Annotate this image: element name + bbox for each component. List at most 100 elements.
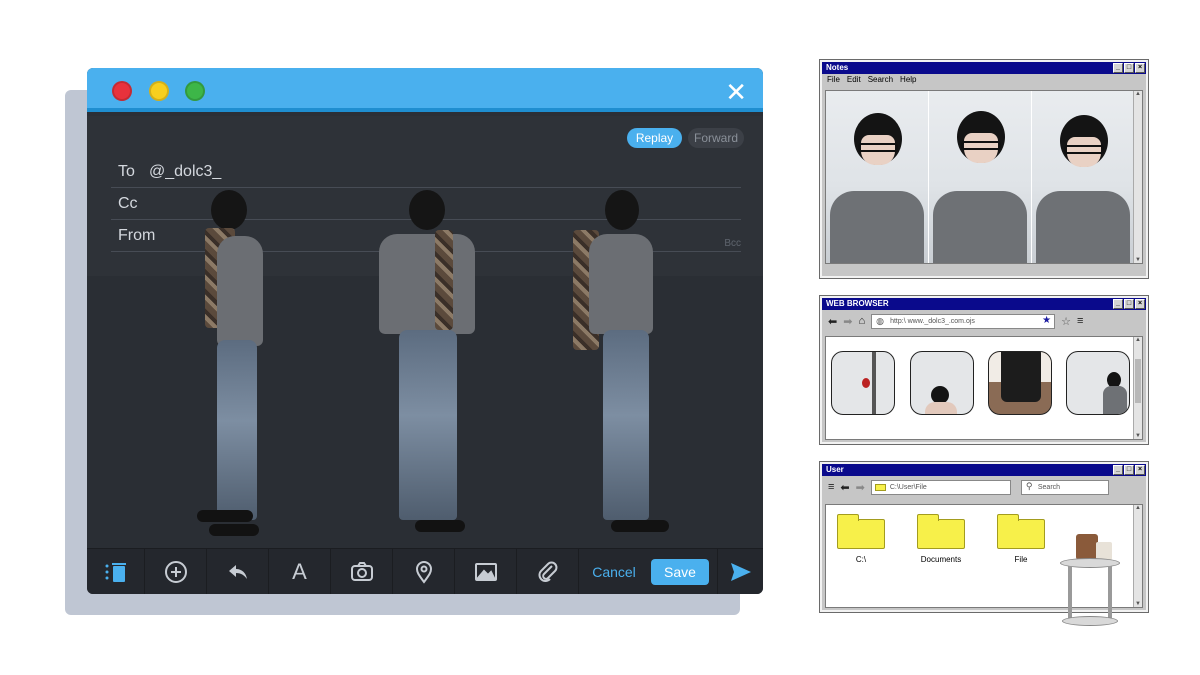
- minimize-button[interactable]: _: [1113, 465, 1123, 475]
- undo-button[interactable]: [207, 548, 269, 594]
- cancel-button[interactable]: Cancel: [579, 549, 649, 595]
- globe-icon: ◍: [876, 315, 884, 326]
- from-label: From: [118, 227, 156, 244]
- trash-button[interactable]: [87, 548, 145, 594]
- thumbnail-2[interactable]: [910, 351, 974, 415]
- close-dot-button[interactable]: [112, 81, 132, 101]
- folder-icon: [997, 514, 1045, 549]
- menu-help[interactable]: Help: [900, 75, 916, 84]
- close-icon[interactable]: ✕: [725, 77, 747, 108]
- thumbnail-3[interactable]: [988, 351, 1052, 415]
- user-title: User: [826, 465, 844, 474]
- forward-arrow-icon[interactable]: ➡: [843, 315, 852, 328]
- send-icon: [730, 562, 751, 581]
- notes-window: Notes _ □ × File Edit Search Help ▲ ▼: [819, 59, 1149, 279]
- paperclip-icon: [538, 561, 557, 582]
- desktop-canvas: ✕ Replay Forward To @_dolc3_ Cc From Bcc: [0, 0, 1200, 675]
- address-bar[interactable]: ◍ http:\ www._dolc3_.com.ojs ★: [871, 313, 1056, 329]
- bcc-toggle[interactable]: Bcc: [724, 238, 741, 249]
- close-button[interactable]: ×: [1135, 63, 1145, 73]
- browser-content: ▲ ▼: [825, 336, 1143, 440]
- forward-arrow-icon[interactable]: ➡: [856, 481, 865, 494]
- notes-title-bar: Notes _ □ ×: [822, 62, 1146, 74]
- search-placeholder: Search: [1037, 483, 1061, 491]
- minimize-button[interactable]: _: [1113, 299, 1123, 309]
- camera-button[interactable]: [331, 548, 393, 594]
- notes-content: ▲ ▼: [825, 90, 1143, 264]
- close-button[interactable]: ×: [1135, 299, 1145, 309]
- favorites-star-icon[interactable]: ☆: [1061, 315, 1071, 328]
- minimize-button[interactable]: _: [1113, 63, 1123, 73]
- image-icon: [474, 562, 497, 581]
- attach-button[interactable]: [517, 548, 579, 594]
- folder-file[interactable]: File: [996, 514, 1046, 564]
- explorer-scrollbar[interactable]: ▲ ▼: [1133, 505, 1142, 607]
- thumbnail-4[interactable]: [1066, 351, 1130, 415]
- maximize-button[interactable]: □: [1124, 465, 1134, 475]
- cc-label: Cc: [118, 195, 138, 212]
- path-bar[interactable]: C:\User\File: [870, 479, 1011, 495]
- menu-edit[interactable]: Edit: [847, 75, 861, 84]
- location-pin-icon: [415, 560, 432, 584]
- forward-button[interactable]: Forward: [688, 128, 744, 148]
- mail-toolbar: A Cancel Save: [87, 548, 763, 594]
- menu-hamburger-icon[interactable]: ≡: [1077, 315, 1083, 327]
- send-button[interactable]: [717, 548, 763, 594]
- folder-label: C:\: [855, 555, 867, 564]
- add-button[interactable]: [145, 548, 207, 594]
- back-arrow-icon[interactable]: ⬅: [828, 315, 837, 328]
- close-button[interactable]: ×: [1135, 465, 1145, 475]
- undo-arrow-icon: [228, 564, 247, 579]
- home-icon[interactable]: ⌂: [858, 315, 865, 327]
- folder-c-drive[interactable]: C:\: [836, 514, 886, 564]
- maximize-dot-button[interactable]: [185, 81, 205, 101]
- maximize-button[interactable]: □: [1124, 299, 1134, 309]
- photo-3: [1032, 91, 1135, 263]
- browser-toolbar: ⬅ ➡ ⌂ ◍ http:\ www._dolc3_.com.ojs ★ ☆ ≡: [822, 310, 1146, 332]
- thumbnail-1[interactable]: [831, 351, 895, 415]
- path-text: C:\User\File: [889, 483, 927, 491]
- to-label: To: [118, 163, 135, 180]
- browser-title-bar: WEB BROWSER _ □ ×: [822, 298, 1146, 310]
- user-title-bar: User _ □ ×: [822, 464, 1146, 476]
- to-field[interactable]: To @_dolc3_: [111, 156, 741, 188]
- menu-hamburger-icon[interactable]: ≡: [828, 481, 834, 493]
- folder-icon: [837, 514, 885, 549]
- web-browser-window: WEB BROWSER _ □ × ⬅ ➡ ⌂ ◍ http:\ www._do…: [819, 295, 1149, 445]
- notes-title: Notes: [826, 63, 849, 72]
- figure-front-view: [375, 190, 479, 540]
- location-button[interactable]: [393, 548, 455, 594]
- mail-title-bar: ✕: [87, 68, 763, 112]
- menu-search[interactable]: Search: [868, 75, 893, 84]
- photo-1: [826, 91, 928, 263]
- camera-icon: [350, 561, 373, 581]
- bookmark-star-icon[interactable]: ★: [1042, 314, 1051, 327]
- search-icon: ⚲: [1025, 480, 1033, 491]
- figure-side-view: [187, 190, 277, 540]
- notes-menu-bar: File Edit Search Help: [822, 74, 1146, 86]
- browser-scrollbar[interactable]: ▲ ▼: [1133, 337, 1142, 439]
- image-button[interactable]: [455, 548, 517, 594]
- to-value: @_dolc3_: [149, 163, 222, 180]
- replay-button[interactable]: Replay: [627, 128, 682, 148]
- menu-file[interactable]: File: [827, 75, 840, 84]
- mail-composer-window: ✕ Replay Forward To @_dolc3_ Cc From Bcc: [87, 68, 763, 594]
- folder-open-icon: [917, 514, 965, 549]
- plus-circle-icon: [164, 560, 187, 583]
- minimize-dot-button[interactable]: [149, 81, 169, 101]
- folder-small-icon: [874, 483, 886, 491]
- save-button[interactable]: Save: [651, 558, 709, 585]
- address-text: http:\ www._dolc3_.com.ojs: [890, 317, 975, 325]
- back-arrow-icon[interactable]: ⬅: [840, 481, 849, 494]
- notes-scrollbar[interactable]: ▲ ▼: [1133, 91, 1142, 263]
- folder-documents[interactable]: Documents: [916, 514, 966, 564]
- maximize-button[interactable]: □: [1124, 63, 1134, 73]
- side-table-image: [1058, 530, 1122, 630]
- explorer-toolbar: ≡ ⬅ ➡ C:\User\File ⚲ Search: [822, 476, 1146, 498]
- folder-label: File: [1014, 555, 1028, 564]
- browser-title: WEB BROWSER: [826, 299, 889, 308]
- text-format-button[interactable]: A: [269, 548, 331, 594]
- photo-2: [929, 91, 1031, 263]
- figure-back-side-view: [571, 190, 671, 540]
- search-input[interactable]: ⚲ Search: [1020, 479, 1109, 495]
